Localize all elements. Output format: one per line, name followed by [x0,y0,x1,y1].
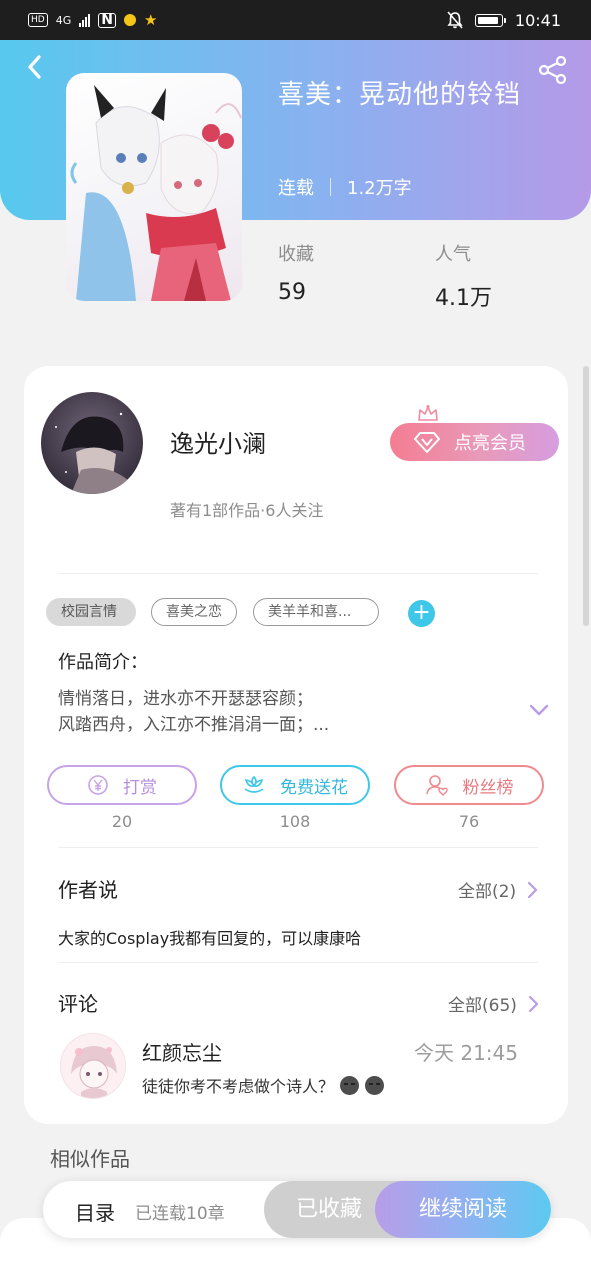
commenter-avatar-image [71,1046,117,1098]
vip-button[interactable]: 点亮会员 [390,423,559,461]
scrollbar[interactable] [583,366,589,626]
tag-chip[interactable]: 喜美之恋 [151,598,237,626]
clock: 10:41 [514,10,561,30]
battery-icon [474,13,506,27]
yen-coin-icon [88,775,108,795]
author-says-all-link[interactable]: 全部(2) [458,877,538,902]
comments-all-label: 全部(65) [448,996,517,1016]
add-tag-button[interactable]: + [408,600,435,627]
comments-all-link[interactable]: 全部(65) [448,991,539,1016]
cover-illustration [70,85,242,301]
crown-icon [418,405,438,421]
comment-text: 徒徒你考不考虑做个诗人？ [142,1073,385,1097]
similar-works-heading: 相似作品 [50,1147,130,1171]
chevron-right-icon [528,995,539,1012]
stat-label: 收藏 [278,244,314,265]
notification-icon [123,14,136,26]
book-status: 连载 [278,178,314,199]
tip-label: 打赏 [123,777,157,798]
stat-value: 59 [278,280,306,305]
stat-value: 4.1万 [435,286,492,311]
comments-heading: 评论 [58,992,98,1016]
vip-button-label: 点亮会员 [454,433,526,454]
book-title: 喜美：晃动他的铃铛 [278,80,522,110]
divider [58,573,538,574]
stat-favorites: 收藏 59 [278,240,314,305]
author-says-text: 大家的Cosplay我都有回复的，可以康康哈 [58,929,362,948]
intro-text: 情悄落日，进水亦不开瑟瑟容颜； 风踏西舟，入江亦不推涓涓一面；... [58,686,498,738]
fan-user-icon [425,775,448,796]
chapter-count: 已连载10章 [135,1204,225,1224]
chevron-down-icon[interactable] [528,699,550,721]
toc-button[interactable]: 目录 [75,1197,115,1226]
commenter-avatar[interactable] [60,1033,126,1099]
word-count: 1.2万字 [347,178,412,199]
fan-count: 76 [458,812,480,831]
signal-icon [79,13,91,27]
intro-line: 风踏西舟，入江亦不推涓涓一面；... [58,715,330,735]
intro-line: 情悄落日，进水亦不开瑟瑟容颜； [58,689,313,709]
diamond-icon [414,432,440,453]
status-bar: HD 4G N ★ 10:41 [0,0,591,40]
back-button[interactable] [20,52,50,82]
comment-time: 今天 21:45 [414,1041,518,1065]
chevron-right-icon [527,881,538,898]
divider [58,847,538,848]
fan-ranking-button[interactable]: 粉丝榜 [394,765,544,805]
author-avatar-image [41,392,143,494]
tag-chip[interactable]: 美羊羊和喜... [253,598,379,626]
angry-face-icon [365,1075,385,1095]
author-subtitle: 著有1部作品·6人关注 [170,501,324,520]
bell-off-icon [447,11,463,29]
tip-button[interactable]: 打赏 [47,765,197,805]
tag-chip[interactable]: 校园言情 [46,598,136,626]
author-avatar[interactable] [41,392,143,494]
fan-label: 粉丝榜 [462,777,514,798]
divider [58,962,538,963]
author-name[interactable]: 逸光小澜 [170,424,266,459]
network-label: 4G [55,13,72,27]
author-says-all-label: 全部(2) [458,882,517,902]
commenter-name[interactable]: 红颜忘尘 [142,1037,222,1066]
bottom-action-bar: 目录 已连载10章 已收藏 继续阅读 [43,1181,551,1238]
flower-label: 免费送花 [280,777,348,798]
plus-icon: + [412,600,431,625]
flower-icon [244,775,264,793]
continue-reading-button[interactable]: 继续阅读 [375,1181,551,1238]
tip-count: 20 [111,812,133,831]
star-icon: ★ [143,11,158,29]
meta-divider [330,178,331,196]
book-cover[interactable] [66,73,242,301]
hd-badge: HD [28,13,48,27]
chevron-left-icon [28,55,41,79]
author-says-heading: 作者说 [58,878,118,902]
send-flower-button[interactable]: 免费送花 [220,765,370,805]
flower-count: 108 [279,812,311,831]
intro-heading: 作品简介： [58,652,148,673]
stat-label: 人气 [435,244,471,265]
book-meta: 连载 1.2万字 [278,174,412,200]
comment-body: 徒徒你考不考虑做个诗人？ [142,1077,335,1096]
angry-face-icon [340,1075,360,1095]
stat-popularity: 人气 4.1万 [435,240,492,312]
nfc-icon: N [98,12,116,28]
